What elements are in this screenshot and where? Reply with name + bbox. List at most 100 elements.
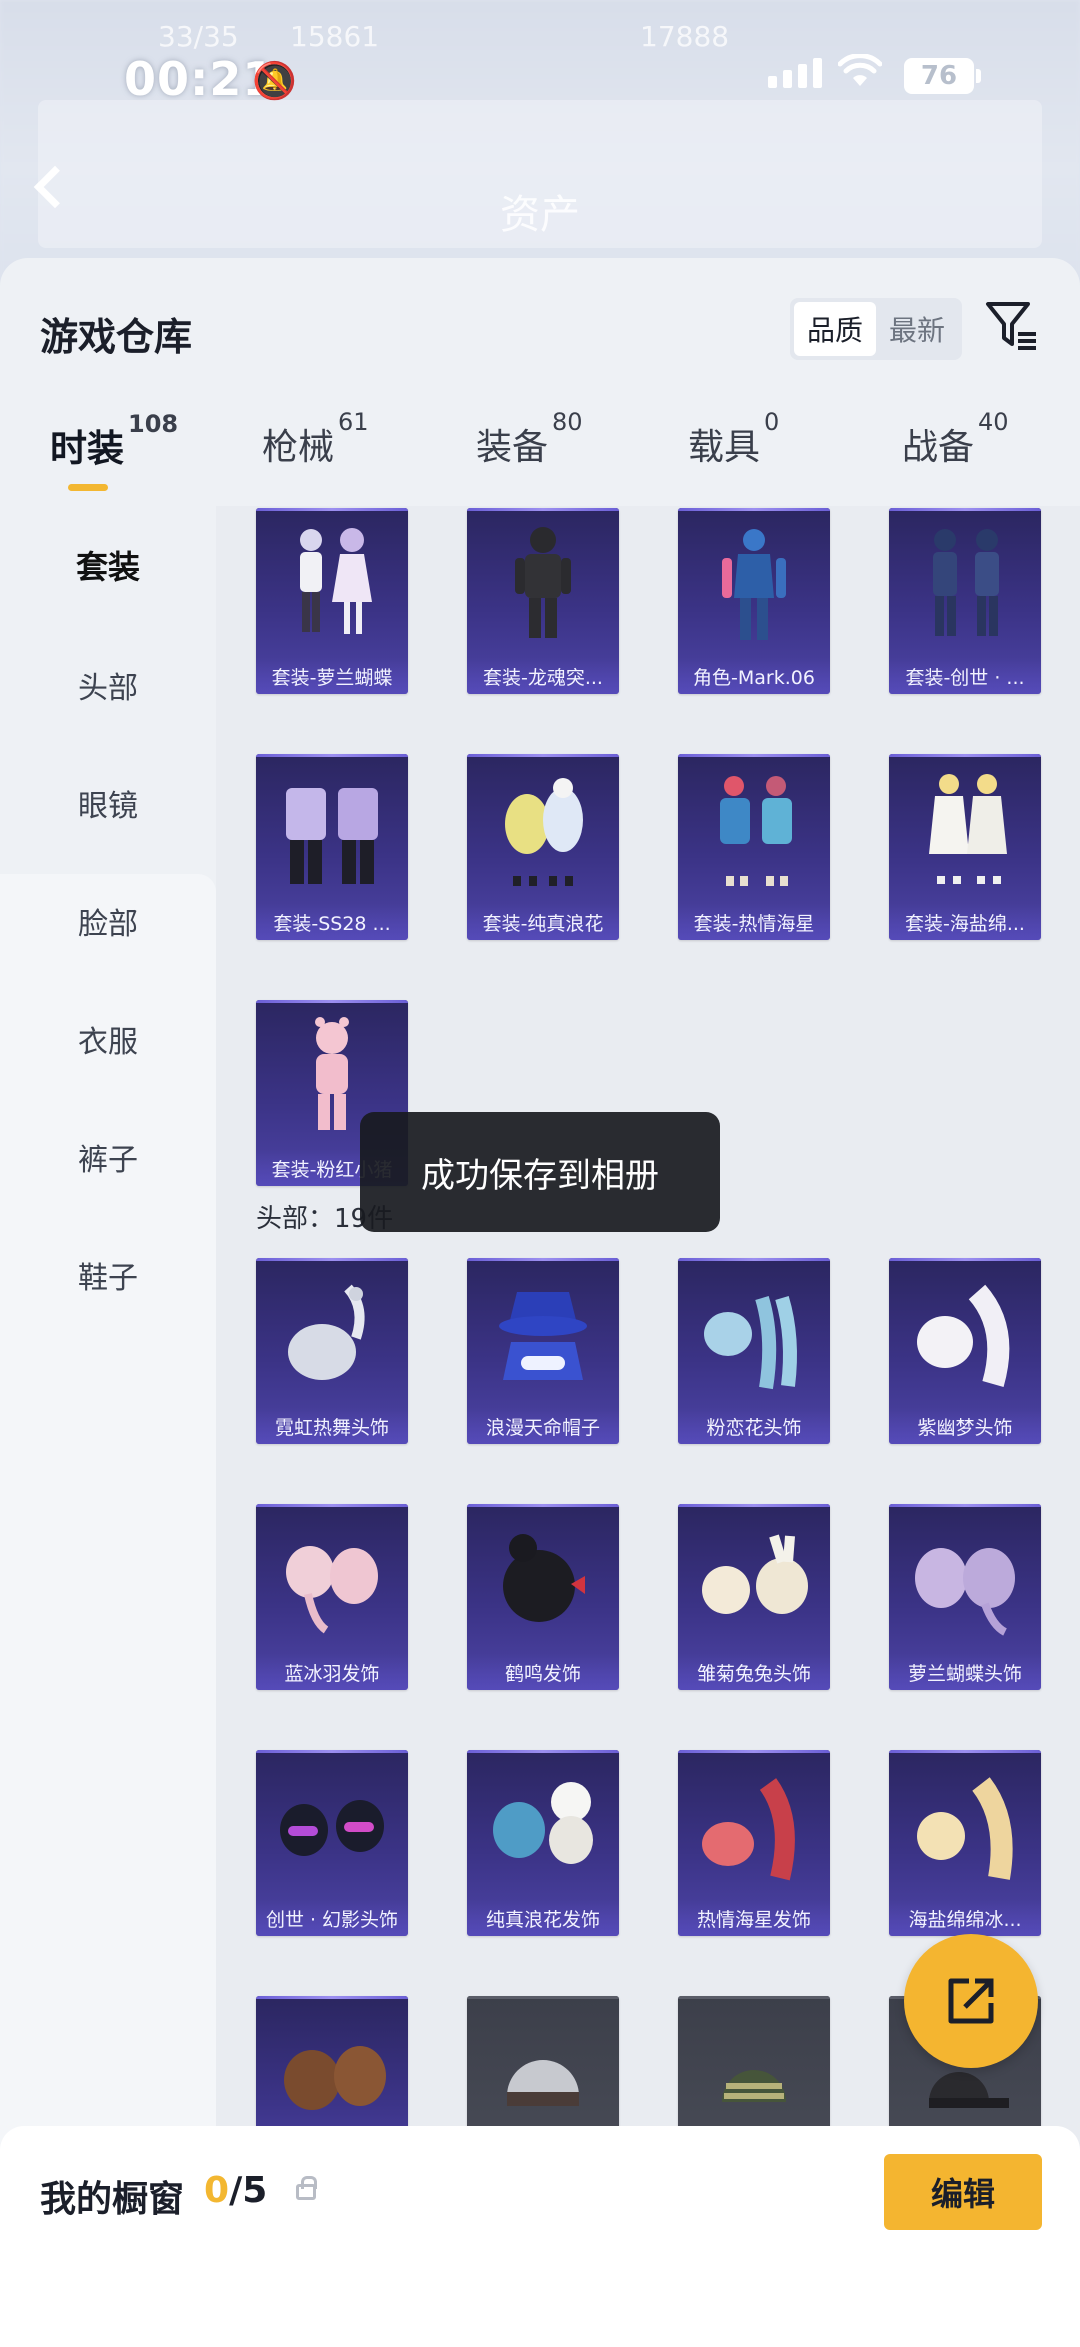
item-card[interactable]: 套装-龙魂突... xyxy=(467,508,619,694)
item-card[interactable]: 套装-SS28 ... xyxy=(256,754,408,940)
item-label: 海盐绵绵冰... xyxy=(889,1900,1041,1936)
item-label: 套装-纯真浪花 xyxy=(467,904,619,940)
sidebar-item-shoes[interactable]: 鞋子 xyxy=(0,1216,216,1334)
tab-count: 108 xyxy=(128,409,179,438)
tab-label: 载具 xyxy=(688,427,761,468)
lavender-hair-icon xyxy=(915,1548,1015,1636)
lock-icon xyxy=(296,2176,317,2200)
tab-label: 战备 xyxy=(902,427,975,468)
battery-indicator: 76 xyxy=(904,58,981,94)
active-tab-indicator xyxy=(68,484,108,491)
tab-count: 61 xyxy=(338,408,369,436)
outfit-pair-icon xyxy=(300,528,372,634)
item-label: 套装-SS28 ... xyxy=(256,904,408,940)
hair-accessory-icon xyxy=(288,1284,365,1380)
item-card[interactable]: 套装-纯真浪花 xyxy=(467,754,619,940)
item-label: 套装-龙魂突... xyxy=(467,658,619,694)
tab-count: 0 xyxy=(764,408,780,436)
black-hair-bow-icon xyxy=(503,1534,585,1622)
helmet-icon xyxy=(507,2060,579,2106)
suit-outfit-icon xyxy=(505,778,583,886)
sheet-title: 游戏仓库 xyxy=(40,315,193,359)
item-card[interactable]: 套装-萝兰蝴蝶 xyxy=(256,508,408,694)
pink-hair-icon xyxy=(286,1546,378,1634)
showcase-bar: 我的橱窗 0/5 编辑 xyxy=(0,2126,1080,2347)
suit-outfit-icon xyxy=(286,788,378,884)
tactical-suit-icon xyxy=(515,527,571,638)
item-card[interactable]: 套装-热情海星 xyxy=(678,754,830,940)
item-label: 套装-热情海星 xyxy=(678,904,830,940)
mech-character-icon xyxy=(722,529,786,640)
item-card[interactable]: 萝兰蝴蝶头饰 xyxy=(889,1504,1041,1690)
sort-toggle: 品质 最新 xyxy=(790,298,962,360)
mask-headwear-icon xyxy=(280,1800,384,1856)
item-label: 套装-创世 · ... xyxy=(889,658,1041,694)
item-label: 紫幽梦头饰 xyxy=(889,1408,1041,1444)
showcase-count-current: 0 xyxy=(204,2170,230,2211)
showcase-count: 0/5 xyxy=(204,2170,267,2211)
status-faint-left: 33/35 xyxy=(158,20,239,53)
bucket-hat-icon xyxy=(499,1292,587,1380)
suit-outfit-icon xyxy=(720,776,792,886)
tab-vehicles[interactable]: 载具0 xyxy=(688,408,779,470)
wifi-icon xyxy=(837,52,883,98)
status-faint-mid: 15861 xyxy=(290,20,380,53)
showcase-count-total: /5 xyxy=(229,2170,268,2211)
sidebar-item-glasses[interactable]: 眼镜 xyxy=(0,744,216,862)
header-title: 资产 xyxy=(500,192,580,238)
category-tabs: 时装108 枪械61 装备80 载具0 战备40 xyxy=(0,408,1080,498)
sidebar-item-face[interactable]: 脸部 xyxy=(0,862,216,980)
edit-button[interactable]: 编辑 xyxy=(884,2154,1042,2230)
item-label: 套装-萝兰蝴蝶 xyxy=(256,658,408,694)
sidebar-item-suits[interactable]: 套装 xyxy=(0,506,216,624)
status-faint-right: 17888 xyxy=(640,20,730,53)
tab-label: 装备 xyxy=(476,427,549,468)
brown-hair-icon xyxy=(284,2046,386,2110)
share-export-icon xyxy=(948,1978,994,2024)
suit-outfit-icon xyxy=(929,774,1007,884)
item-card[interactable]: 海盐绵绵冰... xyxy=(889,1750,1041,1936)
item-card[interactable]: 霓虹热舞头饰 xyxy=(256,1258,408,1444)
item-card[interactable]: 套装-海盐绵... xyxy=(889,754,1041,940)
item-card[interactable]: 蓝冰羽发饰 xyxy=(256,1504,408,1690)
sort-by-newest[interactable]: 最新 xyxy=(876,302,958,356)
item-card[interactable]: 雏菊兔兔头饰 xyxy=(678,1504,830,1690)
item-label: 角色-Mark.06 xyxy=(678,658,830,694)
item-label: 霓虹热舞头饰 xyxy=(256,1408,408,1444)
item-card[interactable]: 浪漫天命帽子 xyxy=(467,1258,619,1444)
item-card[interactable]: 纯真浪花发饰 xyxy=(467,1750,619,1936)
sort-by-quality[interactable]: 品质 xyxy=(794,302,876,356)
tab-equipment[interactable]: 装备80 xyxy=(476,408,583,470)
item-card[interactable]: 鹤鸣发饰 xyxy=(467,1504,619,1690)
signal-icon xyxy=(768,58,822,88)
item-card[interactable]: 粉恋花头饰 xyxy=(678,1258,830,1444)
armor-pair-icon xyxy=(933,529,999,636)
toast-message: 成功保存到相册 xyxy=(360,1112,720,1232)
item-card[interactable]: 角色-Mark.06 xyxy=(678,508,830,694)
item-label: 纯真浪花发饰 xyxy=(467,1900,619,1936)
tab-fashion[interactable]: 时装108 xyxy=(50,410,178,472)
tab-count: 40 xyxy=(978,408,1009,436)
showcase-title: 我的橱窗 xyxy=(40,2179,185,2220)
sidebar-item-pants[interactable]: 裤子 xyxy=(0,1098,216,1216)
item-label: 蓝冰羽发饰 xyxy=(256,1654,408,1690)
tab-label: 枪械 xyxy=(262,427,335,468)
bunny-hair-icon xyxy=(702,1534,808,1614)
tab-guns[interactable]: 枪械61 xyxy=(262,408,369,470)
item-card[interactable]: 热情海星发饰 xyxy=(678,1750,830,1936)
sidebar-item-head[interactable]: 头部 xyxy=(0,626,216,744)
share-fab[interactable] xyxy=(904,1934,1038,2068)
hair-with-hat-icon xyxy=(493,1782,593,1864)
starfish-hair-icon xyxy=(702,1778,795,1881)
tab-label: 时装 xyxy=(50,427,124,470)
filter-icon[interactable] xyxy=(984,298,1040,354)
item-label: 热情海星发饰 xyxy=(678,1900,830,1936)
item-card[interactable]: 紫幽梦头饰 xyxy=(889,1258,1041,1444)
item-card[interactable]: 套装-创世 · ... xyxy=(889,508,1041,694)
floral-hair-icon xyxy=(704,1295,797,1390)
sidebar-item-clothes[interactable]: 衣服 xyxy=(0,980,216,1098)
category-sidebar: 套装 头部 眼镜 脸部 衣服 裤子 鞋子 xyxy=(0,506,216,2347)
item-card[interactable]: 创世 · 幻影头饰 xyxy=(256,1750,408,1936)
beanie-icon xyxy=(722,2070,786,2102)
tab-combat-gear[interactable]: 战备40 xyxy=(902,408,1009,470)
